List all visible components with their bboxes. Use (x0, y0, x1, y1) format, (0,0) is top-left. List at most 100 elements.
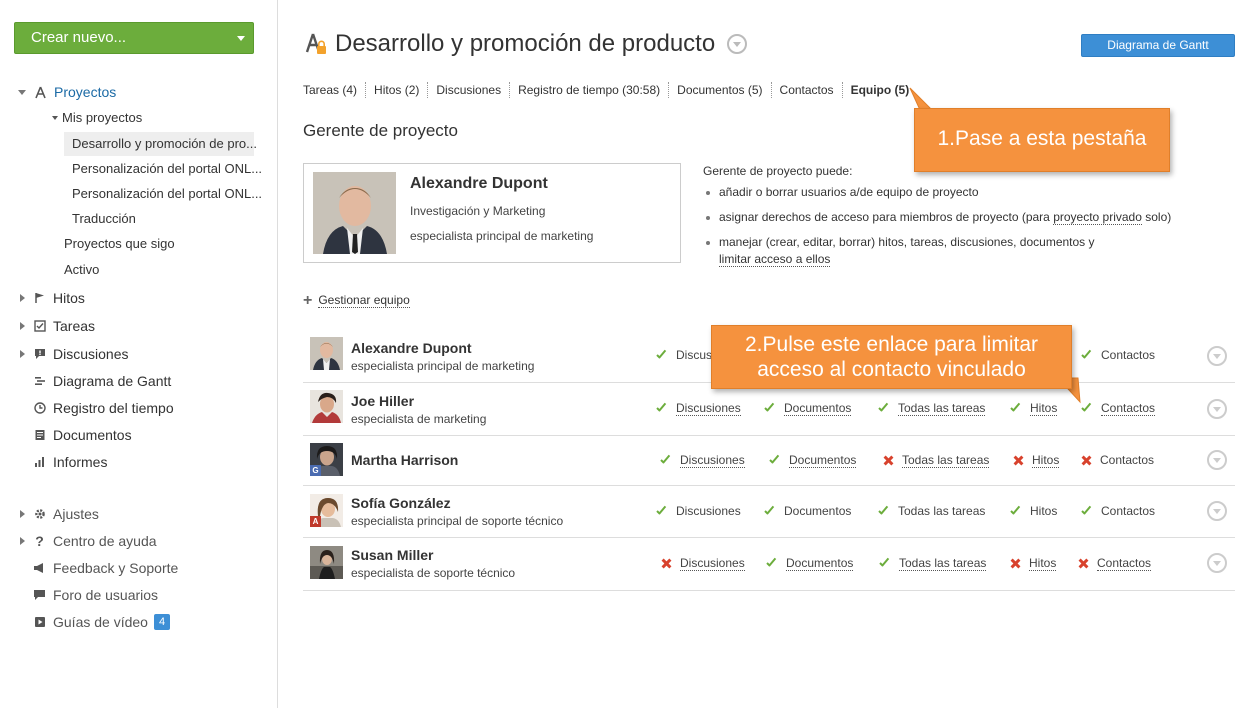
perm-documents[interactable]: Documentos (766, 556, 854, 571)
perm-label[interactable]: Documentos (789, 453, 857, 468)
sidebar-item-settings[interactable]: Ajustes (0, 502, 99, 526)
check-icon (1010, 402, 1023, 415)
perm-milestones[interactable]: Hitos (1012, 453, 1060, 468)
perm-label[interactable]: Documentos (786, 556, 854, 571)
member-role: especialista principal de marketing (351, 359, 535, 373)
perm-discussions[interactable]: Discusiones (656, 401, 741, 416)
perm-contacts: Contactos (1081, 504, 1155, 518)
sidebar-item-time-tracking[interactable]: Registro del tiempo (0, 396, 174, 420)
perm-all-tasks[interactable]: Todas las tareas (878, 401, 986, 416)
sidebar-item-label: Feedback y Soporte (53, 560, 179, 576)
sidebar-item-feedback[interactable]: Feedback y Soporte (0, 556, 178, 580)
sidebar-item-documents[interactable]: Documentos (0, 423, 132, 447)
member-name[interactable]: Alexandre Dupont (351, 340, 472, 356)
perm-documents[interactable]: Documentos (769, 453, 857, 468)
tab-tasks[interactable]: Tareas (4) (303, 82, 365, 98)
tab-time-tracking[interactable]: Registro de tiempo (30:58) (509, 82, 668, 98)
create-new-label: Crear nuevo... (31, 29, 127, 46)
sidebar-item-followed[interactable]: Proyectos que sigo (64, 232, 175, 256)
perm-label[interactable]: Contactos (1101, 401, 1156, 416)
sidebar-item-help[interactable]: ? Centro de ayuda (0, 529, 157, 553)
perm-discussions: Discusiones (656, 504, 741, 518)
perm-contacts[interactable]: Contactos (1077, 556, 1152, 571)
gantt-icon (33, 375, 46, 388)
question-icon: ? (35, 533, 44, 549)
sidebar-item-label: Documentos (53, 427, 132, 443)
tab-milestones[interactable]: Hitos (2) (365, 82, 427, 98)
sidebar-item-forum[interactable]: Foro de usuarios (0, 583, 158, 607)
video-icon (33, 616, 46, 629)
row-menu-button[interactable] (1207, 553, 1227, 573)
perm-discussions[interactable]: Discusiones (660, 556, 745, 571)
manager-role: especialista principal de marketing (410, 229, 594, 243)
cross-icon (1077, 557, 1090, 570)
sidebar-item-reports[interactable]: Informes (0, 450, 107, 474)
perm-label[interactable]: Discusiones (680, 556, 745, 571)
expand-arrow-icon[interactable] (20, 350, 25, 358)
perm-label[interactable]: Contactos (1097, 556, 1152, 571)
manager-card: Alexandre Dupont Investigación y Marketi… (303, 163, 681, 263)
private-project-link[interactable]: proyecto privado (1053, 210, 1142, 225)
perm-label[interactable]: Todas las tareas (902, 453, 990, 468)
tab-discussions[interactable]: Discusiones (427, 82, 509, 98)
sidebar-item-gantt[interactable]: Diagrama de Gantt (0, 369, 171, 393)
expand-arrow-icon[interactable] (18, 89, 26, 95)
perm-label[interactable]: Discusiones (680, 453, 745, 468)
expand-arrow-icon[interactable] (52, 116, 58, 120)
sidebar-item-label: Proyectos que sigo (64, 236, 175, 251)
row-menu-button[interactable] (1207, 450, 1227, 470)
limit-access-link[interactable]: limitar acceso a ellos (719, 252, 831, 267)
cross-icon (660, 557, 673, 570)
avatar: G (310, 443, 343, 476)
member-name[interactable]: Susan Miller (351, 547, 433, 563)
sidebar-item-videos[interactable]: Guías de vídeo 4 (0, 610, 171, 634)
create-new-button[interactable]: Crear nuevo... (14, 22, 254, 54)
perm-discussions[interactable]: Discusiones (660, 453, 745, 468)
perm-documents[interactable]: Documentos (764, 401, 852, 416)
check-icon (769, 454, 782, 467)
sidebar-project-item[interactable]: Personalización del portal ONL... (72, 157, 262, 181)
perm-label[interactable]: Todas las tareas (898, 401, 986, 416)
row-menu-button[interactable] (1207, 346, 1227, 366)
perm-label: Contactos (1100, 453, 1155, 467)
cross-icon (882, 454, 895, 467)
expand-arrow-icon[interactable] (20, 294, 25, 302)
sidebar-item-label: Tareas (53, 318, 96, 334)
row-menu-button[interactable] (1207, 501, 1227, 521)
row-menu-button[interactable] (1207, 399, 1227, 419)
manage-team-label[interactable]: Gestionar equipo (318, 293, 410, 308)
manager-name[interactable]: Alexandre Dupont (410, 175, 548, 193)
gantt-chart-button[interactable]: Diagrama de Gantt (1081, 34, 1235, 57)
sidebar-item-my-projects[interactable]: Mis proyectos (52, 106, 142, 130)
expand-arrow-icon[interactable] (20, 537, 25, 545)
perm-all-tasks[interactable]: Todas las tareas (879, 556, 987, 571)
perm-contacts: Contactos (1081, 348, 1155, 362)
sidebar-item-projects[interactable]: Proyectos (0, 80, 116, 104)
perm-label[interactable]: Hitos (1032, 453, 1060, 468)
perm-label: Discusiones (676, 504, 741, 518)
perm-milestones[interactable]: Hitos (1009, 556, 1057, 571)
perm-label[interactable]: Hitos (1029, 556, 1057, 571)
check-icon (879, 557, 892, 570)
tab-contacts[interactable]: Contactos (770, 82, 842, 98)
chevron-down-icon[interactable] (727, 34, 748, 54)
sidebar-item-tasks[interactable]: Tareas (0, 314, 95, 338)
expand-arrow-icon[interactable] (20, 322, 25, 330)
sidebar-project-item[interactable]: Personalización del portal ONL... (72, 182, 262, 206)
member-name[interactable]: Joe Hiller (351, 393, 414, 409)
sidebar-item-milestones[interactable]: Hitos (0, 286, 85, 310)
perm-label[interactable]: Discusiones (676, 401, 741, 416)
tab-documents[interactable]: Documentos (5) (668, 82, 770, 98)
gear-icon (33, 508, 46, 521)
perm-label[interactable]: Todas las tareas (899, 556, 987, 571)
member-name[interactable]: Sofía González (351, 495, 451, 511)
sidebar-item-active[interactable]: Activo (64, 258, 99, 282)
perm-all-tasks[interactable]: Todas las tareas (882, 453, 990, 468)
sidebar-project-item[interactable]: Desarrollo y promoción de pro... (64, 132, 257, 156)
expand-arrow-icon[interactable] (20, 510, 25, 518)
manage-team-link[interactable]: + Gestionar equipo (303, 292, 410, 308)
sidebar-project-item[interactable]: Traducción (72, 207, 136, 231)
member-name[interactable]: Martha Harrison (351, 452, 458, 468)
sidebar-item-discussions[interactable]: Discusiones (0, 342, 128, 366)
perm-label[interactable]: Documentos (784, 401, 852, 416)
